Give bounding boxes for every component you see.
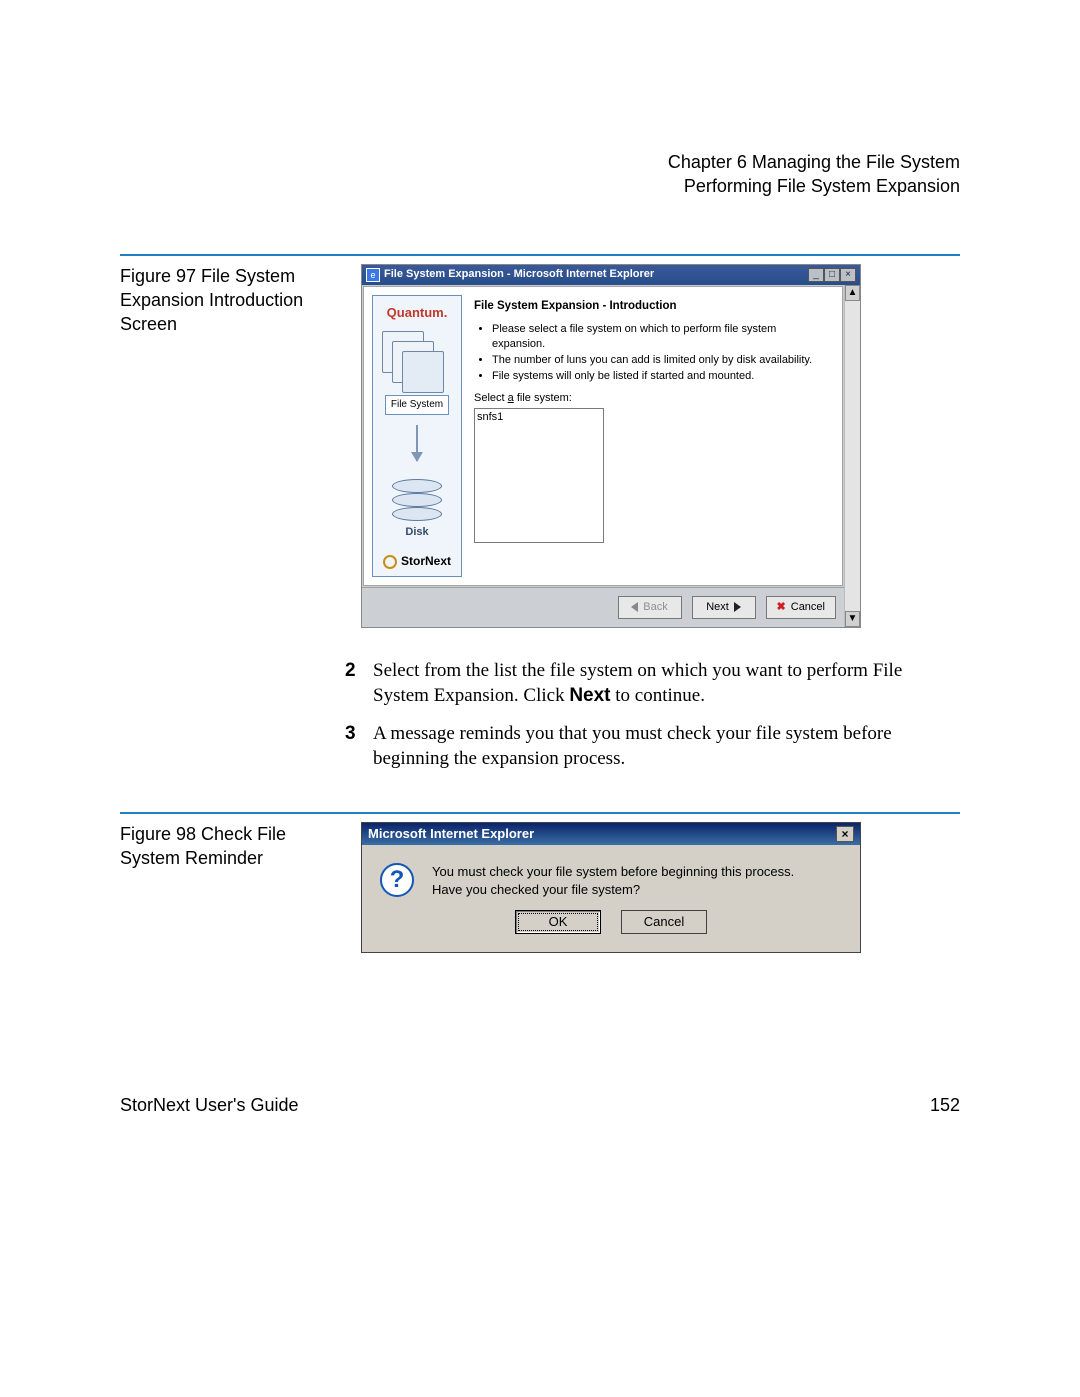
step-2-text: Select from the list the file system on … — [373, 658, 960, 709]
messagebox-titlebar: Microsoft Internet Explorer × — [362, 823, 860, 845]
bullet-1: Please select a file system on which to … — [492, 322, 830, 352]
page-footer: StorNext User's Guide 152 — [120, 1093, 960, 1117]
messagebox-line2: Have you checked your file system? — [432, 881, 794, 899]
bullet-3: File systems will only be listed if star… — [492, 369, 830, 384]
filesystem-option[interactable]: snfs1 — [477, 410, 601, 425]
filesystem-label: File System — [385, 395, 449, 415]
maximize-button[interactable]: □ — [824, 268, 840, 282]
filesystem-icon — [382, 331, 452, 401]
rule-above-fig97 — [120, 254, 960, 256]
ie-body: Quantum. File System Disk StorNext — [363, 286, 843, 586]
stornext-logo: StorNext — [377, 553, 457, 569]
messagebox-title: Microsoft Internet Explorer — [368, 825, 836, 843]
ie-window: e File System Expansion - Microsoft Inte… — [361, 264, 861, 628]
globe-icon — [383, 555, 397, 569]
triangle-right-icon — [734, 602, 741, 612]
messagebox-text: You must check your file system before b… — [432, 863, 794, 898]
figure-97-caption: Figure 97 File System Expansion Introduc… — [120, 264, 345, 337]
messagebox-close-button[interactable]: × — [836, 826, 854, 842]
ie-window-title: File System Expansion - Microsoft Intern… — [384, 267, 804, 282]
header-chapter: Chapter 6 Managing the File System — [120, 150, 960, 174]
footer-guide: StorNext User's Guide — [120, 1093, 299, 1117]
wizard-heading: File System Expansion - Introduction — [474, 299, 830, 315]
ie-favicon-icon: e — [366, 268, 380, 282]
cancel-button[interactable]: ✖ Cancel — [766, 596, 836, 619]
ie-titlebar: e File System Expansion - Microsoft Inte… — [362, 265, 860, 285]
page-header: Chapter 6 Managing the File System Perfo… — [120, 150, 960, 199]
filesystem-listbox[interactable]: snfs1 — [474, 408, 604, 543]
messagebox-line1: You must check your file system before b… — [432, 863, 794, 881]
stornext-text: StorNext — [401, 553, 451, 569]
messagebox-body: ? You must check your file system before… — [362, 845, 860, 906]
step-3-text: A message reminds you that you must chec… — [373, 721, 960, 772]
messagebox-window: Microsoft Internet Explorer × ? You must… — [361, 822, 861, 953]
step-3-number: 3 — [345, 721, 363, 772]
ok-button[interactable]: OK — [515, 910, 601, 934]
arrow-down-icon — [416, 425, 418, 461]
minimize-button[interactable]: _ — [808, 268, 824, 282]
window-controls: _ □ × — [808, 268, 856, 282]
figure-98-row: Figure 98 Check File System Reminder Mic… — [120, 822, 960, 953]
back-button[interactable]: Back — [618, 596, 682, 619]
x-icon: ✖ — [777, 600, 786, 615]
figure-98-caption: Figure 98 Check File System Reminder — [120, 822, 345, 871]
disk-label: Disk — [377, 525, 457, 540]
brand-quantum: Quantum. — [377, 304, 457, 322]
cancel-button-dialog[interactable]: Cancel — [621, 910, 707, 934]
scroll-down-icon[interactable]: ▼ — [845, 611, 860, 627]
step-2-number: 2 — [345, 658, 363, 709]
wizard-footer: Back Next ✖ Cancel — [362, 587, 844, 627]
step-2: 2 Select from the list the file system o… — [345, 658, 960, 709]
question-icon: ? — [380, 863, 414, 897]
wizard-sidebar: Quantum. File System Disk StorNext — [372, 295, 462, 577]
rule-above-fig98 — [120, 812, 960, 814]
scroll-up-icon[interactable]: ▲ — [845, 285, 860, 301]
step-list: 2 Select from the list the file system o… — [345, 658, 960, 773]
header-section: Performing File System Expansion — [120, 174, 960, 198]
messagebox-buttons: OK Cancel — [362, 906, 860, 952]
wizard-main: File System Expansion - Introduction Ple… — [468, 289, 840, 583]
bullet-2: The number of luns you can add is limite… — [492, 353, 830, 368]
step-3: 3 A message reminds you that you must ch… — [345, 721, 960, 772]
footer-page-number: 152 — [930, 1093, 960, 1117]
figure-97-row: Figure 97 File System Expansion Introduc… — [120, 264, 960, 628]
next-button[interactable]: Next — [692, 596, 756, 619]
vertical-scrollbar[interactable]: ▲ ▼ — [844, 285, 860, 627]
disk-icon — [392, 469, 442, 521]
close-button[interactable]: × — [840, 268, 856, 282]
select-label: Select a file system: — [474, 391, 830, 406]
wizard-bullets: Please select a file system on which to … — [474, 322, 830, 383]
triangle-left-icon — [631, 602, 638, 612]
